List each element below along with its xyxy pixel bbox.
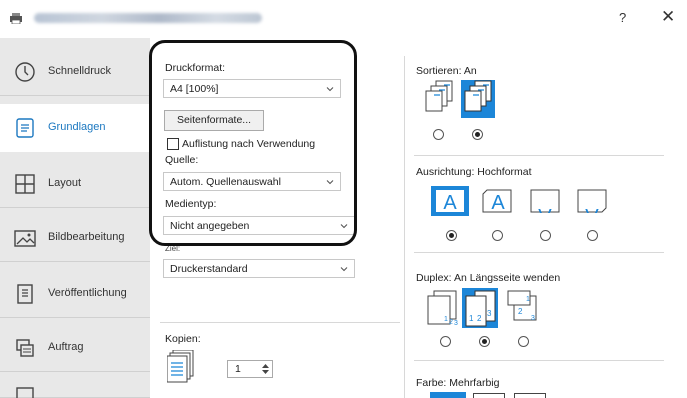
collate-off-radio[interactable] [433,129,444,140]
sidebar-item-layout[interactable]: Layout [0,160,150,208]
svg-text:3: 3 [487,309,492,318]
sidebar-item-label: Schnelldruck [48,65,111,77]
svg-text:1: 1 [469,314,474,323]
svg-text:A: A [491,192,505,213]
image-icon [14,230,36,247]
destination-select[interactable]: Druckerstandard [163,259,355,278]
chevron-down-icon [340,267,348,272]
layout-grid-icon [15,174,35,194]
section-divider [414,155,664,156]
orientation-rotated-portrait-option[interactable]: A [526,186,564,216]
copies-stack-icon [167,350,194,383]
orientation-rotated-landscape-radio[interactable] [587,230,598,241]
document-icon [16,118,34,138]
svg-text:A: A [443,192,457,213]
more-icon [16,387,34,398]
section-divider [414,360,664,361]
book-icon [17,284,33,304]
orientation-landscape-radio[interactable] [492,230,503,241]
spin-arrows-icon[interactable] [261,362,270,376]
collate-on-icon[interactable] [461,80,495,118]
rotated-landscape-a-icon: A [577,189,607,213]
destination-value: Druckerstandard [170,263,248,275]
svg-text:3: 3 [454,320,458,326]
section-divider [160,322,400,323]
sidebar-item-label: Auftrag [48,341,84,353]
sidebar-item-more[interactable] [0,378,150,398]
svg-text:A: A [585,204,599,213]
orientation-portrait-option[interactable]: A [431,186,469,216]
svg-text:2: 2 [477,314,482,323]
duplex-off-radio[interactable] [440,336,451,347]
help-button[interactable]: ? [619,10,626,25]
duplex-label: Duplex: An Längsseite wenden [416,272,561,284]
clock-icon [15,62,35,82]
collate-off-icon[interactable] [422,80,456,118]
title-bar: ? ✕ [0,0,687,36]
orientation-rotated-landscape-option[interactable]: A [573,186,611,216]
svg-text:1: 1 [444,316,448,323]
svg-text:2: 2 [518,307,523,316]
duplex-off-icon[interactable]: 1 2 3 [424,290,460,326]
duplex-long-edge-radio[interactable] [479,336,490,347]
collate-label: Sortieren: An [416,65,477,77]
sidebar-item-label: Veröffentlichung [48,287,127,299]
svg-text:3: 3 [531,315,535,322]
color-mono-option[interactable] [473,393,505,398]
color-other-option[interactable] [514,393,546,398]
orientation-landscape-option[interactable]: A [478,186,516,216]
sidebar-item-veroeffentlichung[interactable]: Veröffentlichung [0,270,150,318]
orientation-rotated-portrait-radio[interactable] [540,230,551,241]
section-divider [414,252,664,253]
copies-value: 1 [235,363,241,375]
duplex-long-edge-icon[interactable]: 1 2 3 [462,288,498,328]
color-label: Farbe: Mehrfarbig [416,377,500,389]
sidebar-item-bildbearbeitung[interactable]: Bildbearbeitung [0,214,150,262]
sidebar-item-auftrag[interactable]: Auftrag [0,324,150,372]
collate-on-radio[interactable] [472,129,483,140]
color-multicolor-option[interactable] [430,392,466,398]
printer-icon [10,13,22,24]
rotated-portrait-a-icon: A [530,189,560,213]
orientation-portrait-radio[interactable] [446,230,457,241]
column-divider [404,56,405,398]
svg-text:A: A [538,204,552,213]
copies-label: Kopien: [165,333,201,345]
duplex-short-edge-radio[interactable] [518,336,529,347]
svg-text:1: 1 [526,296,530,303]
landscape-a-icon: A [482,189,512,213]
duplex-short-edge-icon[interactable]: 2 3 1 [504,290,540,326]
portrait-a-icon: A [436,190,464,213]
close-button[interactable]: ✕ [661,7,675,27]
sidebar-item-label: Grundlagen [48,121,106,133]
window-title [34,13,262,23]
job-icon [16,339,34,357]
sidebar-item-grundlagen[interactable]: Grundlagen [0,104,150,152]
sidebar: Schnelldruck Grundlagen Layout Bildbearb… [0,38,150,398]
highlight-frame [149,40,357,246]
svg-text:2: 2 [449,319,453,326]
sidebar-item-label: Layout [48,177,82,189]
sidebar-item-schnelldruck[interactable]: Schnelldruck [0,48,150,96]
copies-stepper[interactable]: 1 [227,360,273,378]
sidebar-item-label: Bildbearbeitung [48,231,125,243]
orientation-label: Ausrichtung: Hochformat [416,166,532,178]
